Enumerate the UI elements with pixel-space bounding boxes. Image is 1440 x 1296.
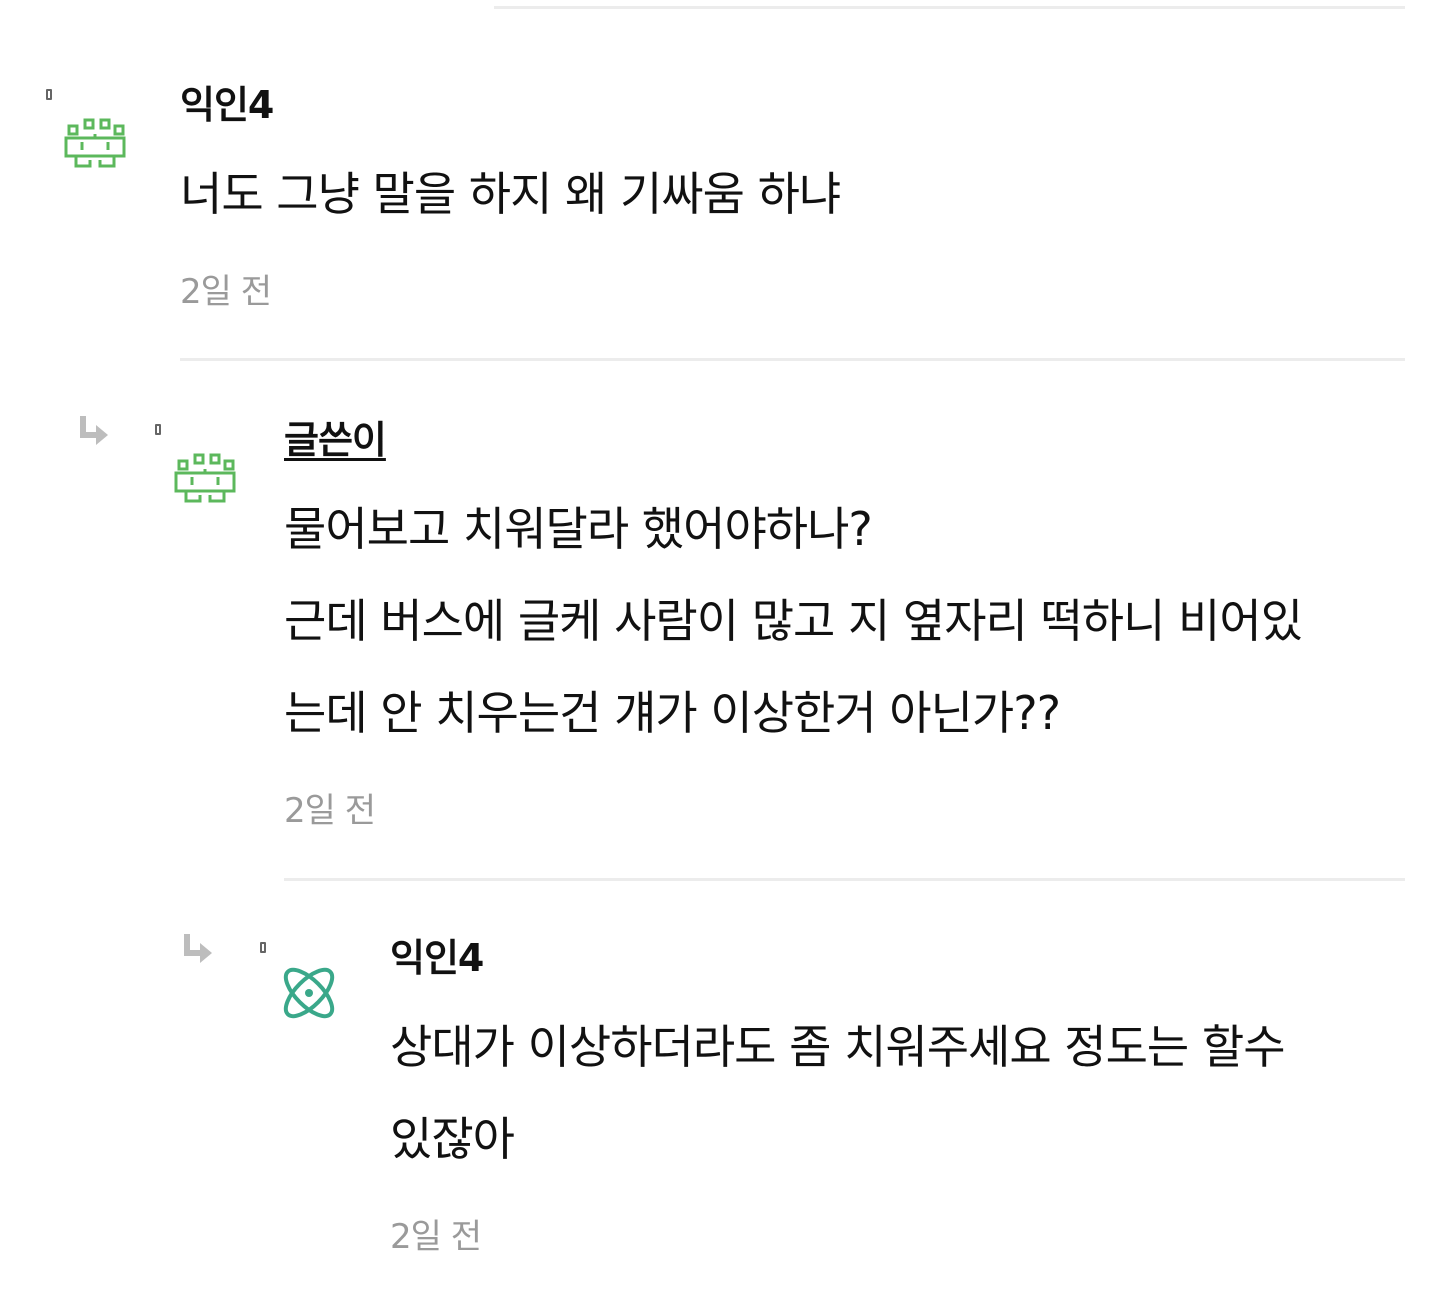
- comment-body-line: 는데 안 치우는건 걔가 이상한거 아닌가??: [284, 686, 1061, 740]
- reply-arrow-icon: [180, 932, 214, 966]
- comment-divider: [284, 878, 1405, 881]
- comment-body: 물어보고 치워달라 했어야하나? 근데 버스에 글케 사람이 많고 지 옆자리 …: [284, 483, 1303, 759]
- comment-timestamp: 2일 전: [180, 272, 272, 312]
- pixel-invader-icon: [170, 447, 240, 517]
- comment-divider: [180, 358, 1405, 361]
- comment-body-line: 너도 그냥 말을 하지 왜 기싸움 하냐: [180, 167, 841, 221]
- reply-arrow-icon: [76, 414, 110, 448]
- comment-body-line: 물어보고 치워달라 했어야하나?: [284, 502, 873, 556]
- comment-body-line: 근데 버스에 글케 사람이 많고 지 옆자리 떡하니 비어있: [284, 594, 1303, 648]
- comment-author[interactable]: 익인4: [390, 936, 484, 980]
- comment-timestamp: 2일 전: [390, 1217, 482, 1257]
- comment-body: 너도 그냥 말을 하지 왜 기싸움 하냐: [180, 148, 841, 240]
- comment-author[interactable]: 익인4: [180, 83, 274, 127]
- comment-body-line: 상대가 이상하더라도 좀 치워주세요 정도는 할수: [390, 1020, 1286, 1074]
- comment-author-op[interactable]: 글쓴이: [284, 418, 387, 462]
- comment-marker: [155, 424, 161, 435]
- comment-marker: [46, 89, 52, 100]
- pixel-invader-icon: [60, 112, 130, 182]
- comment-marker: [260, 942, 266, 953]
- comment-body: 상대가 이상하더라도 좀 치워주세요 정도는 할수 있잖아: [390, 1001, 1286, 1185]
- top-divider: [494, 6, 1405, 9]
- comment-body-line: 있잖아: [390, 1112, 515, 1166]
- comment-timestamp: 2일 전: [284, 791, 376, 831]
- atom-icon: [274, 958, 344, 1028]
